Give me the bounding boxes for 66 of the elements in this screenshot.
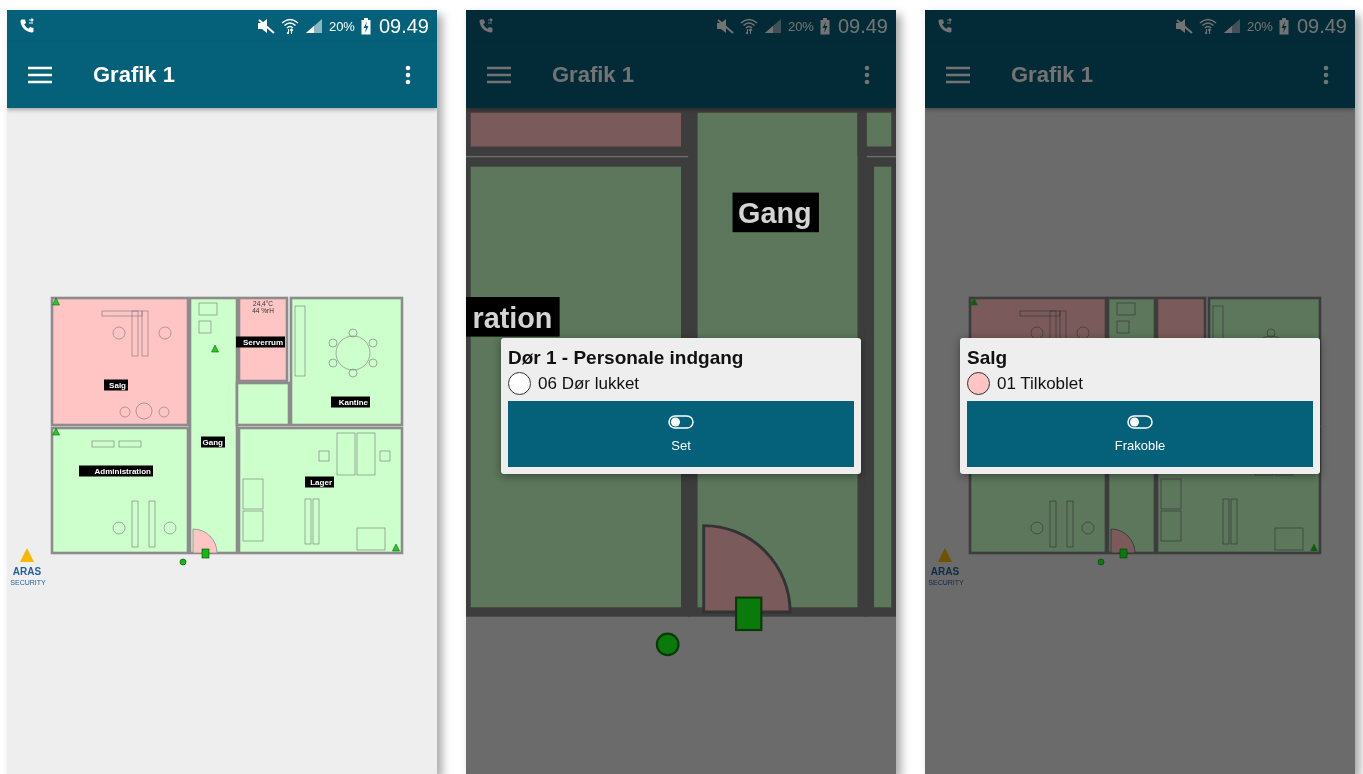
more-options-icon[interactable] (864, 65, 870, 85)
room[interactable] (237, 296, 289, 383)
dialog-title: Dør 1 - Personale indgang (508, 346, 745, 370)
phone-call-icon (937, 18, 953, 34)
more-options-icon[interactable] (1323, 65, 1329, 85)
door-drawing (192, 528, 218, 554)
signal-icon (304, 18, 323, 34)
room-label: Serverrum (236, 336, 285, 348)
menu-icon[interactable] (28, 66, 52, 84)
room-label: Lager (305, 476, 334, 488)
toggle-icon (1127, 415, 1153, 429)
reader-dot-icon[interactable] (655, 632, 680, 657)
reader-dot-icon[interactable] (1097, 558, 1105, 566)
wifi-icon (1198, 17, 1217, 35)
clock-time: 09.49 (1296, 14, 1347, 38)
logo-icon (20, 548, 34, 562)
phone-call-icon (19, 18, 35, 34)
battery-charging-icon (1278, 17, 1289, 35)
battery-percent: 20% (1246, 18, 1273, 34)
status-text: 06 Dør lukket (538, 373, 640, 394)
reader-dot-icon[interactable] (179, 558, 187, 566)
wifi-icon (739, 17, 758, 35)
room-label: Administration (79, 465, 153, 477)
sensor-icon[interactable] (211, 344, 219, 353)
door-contact-icon[interactable] (201, 548, 210, 559)
dialog-title: Salg (967, 346, 1009, 370)
action-button[interactable]: Set (508, 401, 854, 467)
room-label: Salg (104, 379, 128, 391)
signal-icon (763, 18, 782, 34)
more-options-icon[interactable] (405, 65, 411, 85)
sensor-icon[interactable] (392, 543, 400, 552)
status-text: 01 Tilkoblet (997, 373, 1083, 394)
screen-title: Grafik 1 (93, 62, 176, 88)
battery-percent: 20% (787, 18, 814, 34)
menu-icon[interactable] (487, 66, 511, 84)
mute-icon (256, 18, 275, 34)
room-label: Kantine (331, 396, 370, 408)
room-label: ration (466, 297, 560, 337)
logo-icon (938, 548, 952, 562)
wifi-icon (280, 17, 299, 35)
action-button[interactable]: Frakoble (967, 401, 1313, 467)
sensor-icon[interactable] (970, 297, 978, 306)
battery-charging-icon (360, 17, 371, 35)
battery-percent: 20% (328, 18, 355, 34)
toggle-icon (668, 415, 694, 429)
screen-title: Grafik 1 (552, 62, 635, 88)
sensor-icon[interactable] (52, 297, 60, 306)
clock-time: 09.49 (378, 14, 429, 38)
signal-icon (1222, 18, 1241, 34)
menu-icon[interactable] (946, 66, 970, 84)
room-label: Gang (732, 192, 819, 233)
room[interactable] (289, 296, 404, 427)
clock-time: 09.49 (837, 14, 888, 38)
phone-call-icon (478, 18, 494, 34)
brand-name: ARAS (930, 566, 960, 577)
room[interactable] (188, 296, 291, 555)
battery-charging-icon (819, 17, 830, 35)
room[interactable] (50, 426, 190, 555)
room-label: Gang (201, 436, 225, 448)
mute-icon (1174, 18, 1193, 34)
mute-icon (715, 18, 734, 34)
brand-name: ARAS (12, 566, 42, 577)
door-contact-icon[interactable] (1119, 548, 1128, 559)
door-contact-icon[interactable] (735, 596, 763, 632)
sensor-icon[interactable] (52, 427, 60, 436)
screen-title: Grafik 1 (1011, 62, 1094, 88)
